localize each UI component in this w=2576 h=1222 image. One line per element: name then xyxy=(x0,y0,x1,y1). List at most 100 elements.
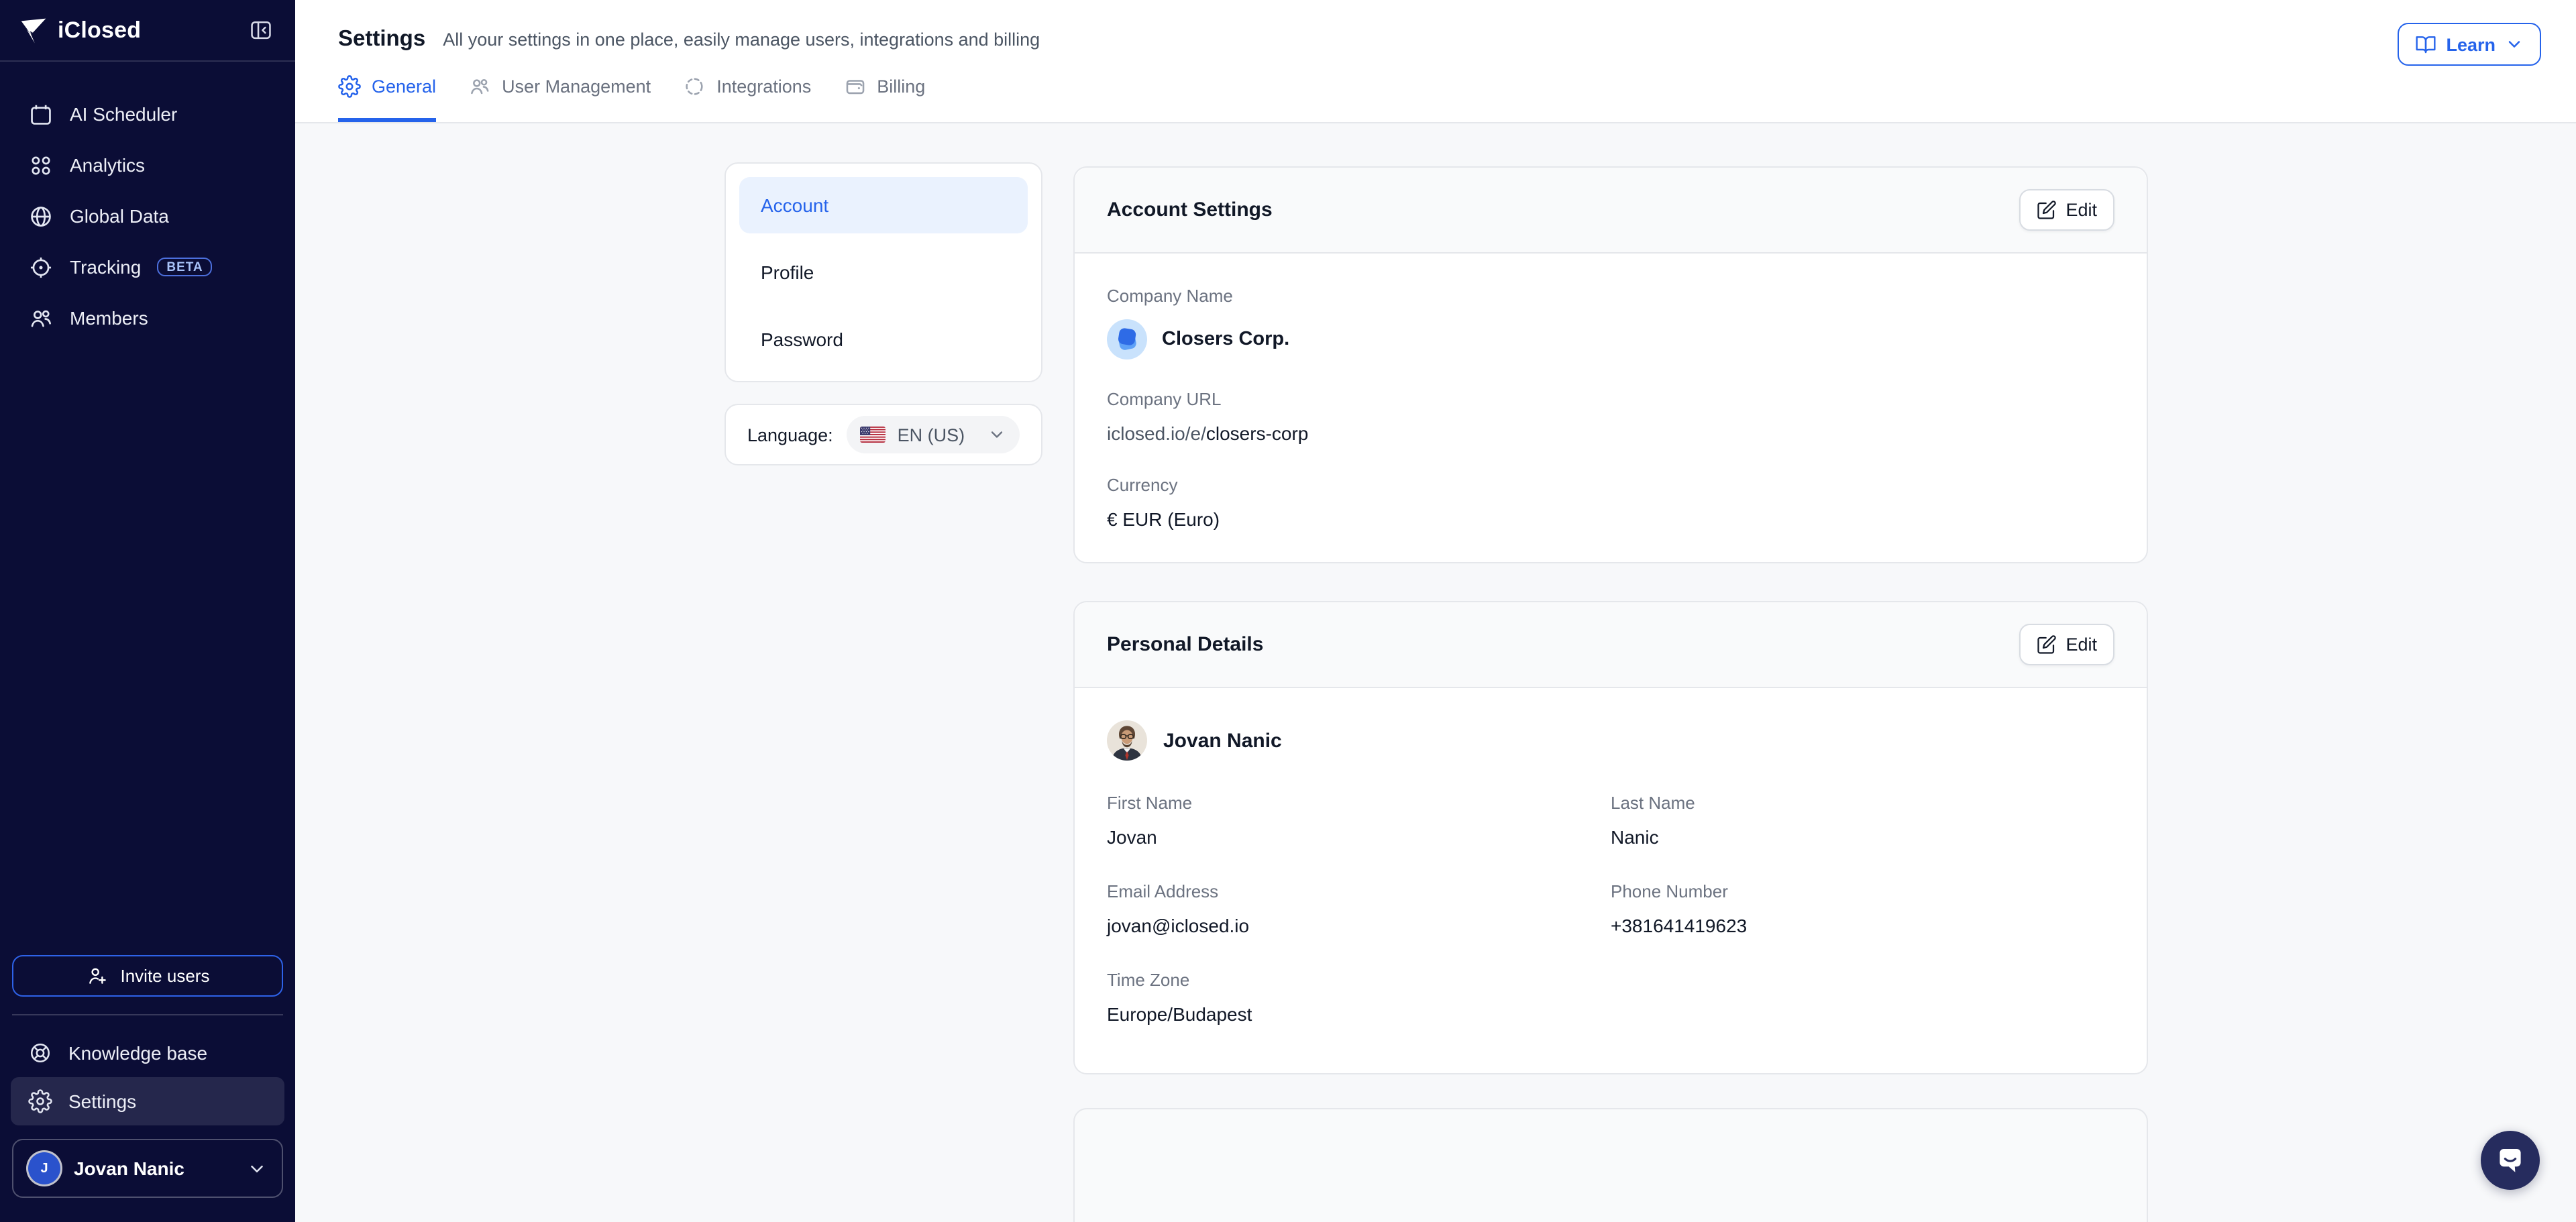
lifebuoy-icon xyxy=(28,1041,52,1065)
sidebar-collapse-icon[interactable] xyxy=(244,14,276,46)
account-settings-body: Company Name Closers Corp. xyxy=(1075,254,2147,531)
menu-item-label: Account xyxy=(761,195,828,216)
user-avatar: J xyxy=(28,1152,60,1184)
dashed-circle-icon xyxy=(683,75,706,98)
person-plus-icon xyxy=(86,964,109,987)
personal-details-header: Personal Details Edit xyxy=(1075,602,2147,688)
timezone-field: Time Zone Europe/Budapest xyxy=(1107,970,1611,1026)
people-icon xyxy=(28,305,54,331)
sidebar-header: iClosed xyxy=(0,0,295,62)
sidebar-item-members[interactable]: Members xyxy=(11,292,284,343)
currency-value: € EUR (Euro) xyxy=(1107,508,2114,531)
paper-plane-icon xyxy=(19,15,48,45)
user-name: Jovan Nanic xyxy=(74,1158,233,1179)
field-label: Phone Number xyxy=(1611,881,2114,903)
tab-integrations[interactable]: Integrations xyxy=(683,75,811,122)
sidebar-item-label: Members xyxy=(70,307,148,329)
chat-bubble-icon xyxy=(2494,1144,2526,1176)
user-menu[interactable]: J Jovan Nanic xyxy=(12,1139,283,1198)
sidebar-divider xyxy=(12,1014,283,1015)
personal-fields-grid: First Name Jovan Last Name Nanic Email A… xyxy=(1107,793,2114,1026)
edit-label: Edit xyxy=(2065,634,2097,655)
sidebar-item-label: Settings xyxy=(68,1091,136,1112)
tab-billing[interactable]: Billing xyxy=(843,75,925,122)
field-label: Time Zone xyxy=(1107,970,1611,991)
settings-section-menu: Account Profile Password xyxy=(724,162,1042,382)
pencil-icon xyxy=(2036,634,2056,655)
email-field: Email Address jovan@iclosed.io xyxy=(1107,881,1611,938)
gear-icon xyxy=(338,75,361,98)
sidebar-nav: AI Scheduler Analytics G xyxy=(0,62,295,343)
chevron-down-icon xyxy=(247,1158,267,1178)
sidebar-item-ai-scheduler[interactable]: AI Scheduler xyxy=(11,89,284,140)
account-edit-button[interactable]: Edit xyxy=(2019,189,2114,231)
menu-item-profile[interactable]: Profile xyxy=(739,244,1028,300)
company-row: Closers Corp. xyxy=(1107,319,2114,359)
person-name: Jovan Nanic xyxy=(1163,729,1282,752)
last-name-field: Last Name Nanic xyxy=(1611,793,2114,849)
sidebar-spacer xyxy=(0,343,295,955)
company-url-value: iclosed.io/e/closers-corp xyxy=(1107,423,2114,445)
company-name-field: Company Name Closers Corp. xyxy=(1107,286,2114,359)
currency-field: Currency € EUR (Euro) xyxy=(1107,475,2114,531)
field-label: Last Name xyxy=(1611,793,2114,814)
personal-edit-button[interactable]: Edit xyxy=(2019,624,2114,665)
page-header: Settings All your settings in one place,… xyxy=(295,0,2576,123)
company-url-field: Company URL iclosed.io/e/closers-corp xyxy=(1107,389,2114,445)
sidebar-item-label: AI Scheduler xyxy=(70,103,177,125)
app-window: iClosed AI Scheduler xyxy=(0,0,2576,1222)
sidebar-item-tracking[interactable]: Tracking BETA xyxy=(11,241,284,292)
menu-item-password[interactable]: Password xyxy=(739,311,1028,368)
chevron-down-icon xyxy=(2505,35,2524,54)
calendar-icon xyxy=(28,101,54,127)
gear-icon xyxy=(28,1089,52,1113)
language-card: Language: xyxy=(724,404,1042,465)
field-label: Currency xyxy=(1107,475,2114,496)
sidebar-footer-nav: Knowledge base Settings xyxy=(0,1029,295,1125)
next-card-partial xyxy=(1073,1108,2148,1222)
profile-photo xyxy=(1107,720,1147,761)
page-title: Settings xyxy=(338,27,425,52)
beta-badge: BETA xyxy=(157,258,212,277)
language-select[interactable]: EN (US) xyxy=(847,416,1020,453)
tab-label: Billing xyxy=(877,76,925,97)
us-flag-icon xyxy=(860,427,885,443)
sidebar-item-label: Global Data xyxy=(70,205,169,227)
tab-label: User Management xyxy=(502,76,651,97)
invite-users-button[interactable]: Invite users xyxy=(12,955,283,997)
pencil-icon xyxy=(2036,200,2056,220)
learn-label: Learn xyxy=(2446,34,2496,54)
people-icon xyxy=(468,75,491,98)
field-label: Email Address xyxy=(1107,881,1611,903)
menu-item-label: Password xyxy=(761,329,843,350)
sidebar-item-settings[interactable]: Settings xyxy=(11,1077,284,1125)
person-row: Jovan Nanic xyxy=(1107,720,2114,761)
logo-text: iClosed xyxy=(58,17,141,44)
sidebar-item-label: Analytics xyxy=(70,154,145,176)
field-value: jovan@iclosed.io xyxy=(1107,915,1611,938)
sidebar-item-global-data[interactable]: Global Data xyxy=(11,190,284,241)
language-label: Language: xyxy=(747,425,833,445)
book-icon xyxy=(2415,34,2436,55)
sidebar-item-label: Tracking xyxy=(70,256,141,278)
page-subtitle: All your settings in one place, easily m… xyxy=(443,30,1040,50)
sidebar-bottom-spacer xyxy=(0,1198,295,1222)
tab-label: General xyxy=(372,76,436,97)
tab-general[interactable]: General xyxy=(338,75,436,122)
learn-button[interactable]: Learn xyxy=(2398,23,2541,66)
first-name-field: First Name Jovan xyxy=(1107,793,1611,849)
language-value: EN (US) xyxy=(898,425,975,445)
sidebar: iClosed AI Scheduler xyxy=(0,0,295,1222)
sidebar-item-analytics[interactable]: Analytics xyxy=(11,140,284,190)
phone-field: Phone Number +381641419623 xyxy=(1611,881,2114,938)
tab-user-management[interactable]: User Management xyxy=(468,75,651,122)
menu-item-account[interactable]: Account xyxy=(739,177,1028,233)
sidebar-item-knowledge-base[interactable]: Knowledge base xyxy=(11,1029,284,1077)
field-label: First Name xyxy=(1107,793,1611,814)
target-icon xyxy=(28,254,54,280)
chat-launcher-button[interactable] xyxy=(2481,1131,2540,1190)
field-value: +381641419623 xyxy=(1611,915,2114,938)
analytics-grid-icon xyxy=(28,152,54,178)
field-value: Europe/Budapest xyxy=(1107,1003,1611,1026)
company-url-slug: closers-corp xyxy=(1206,423,1309,444)
